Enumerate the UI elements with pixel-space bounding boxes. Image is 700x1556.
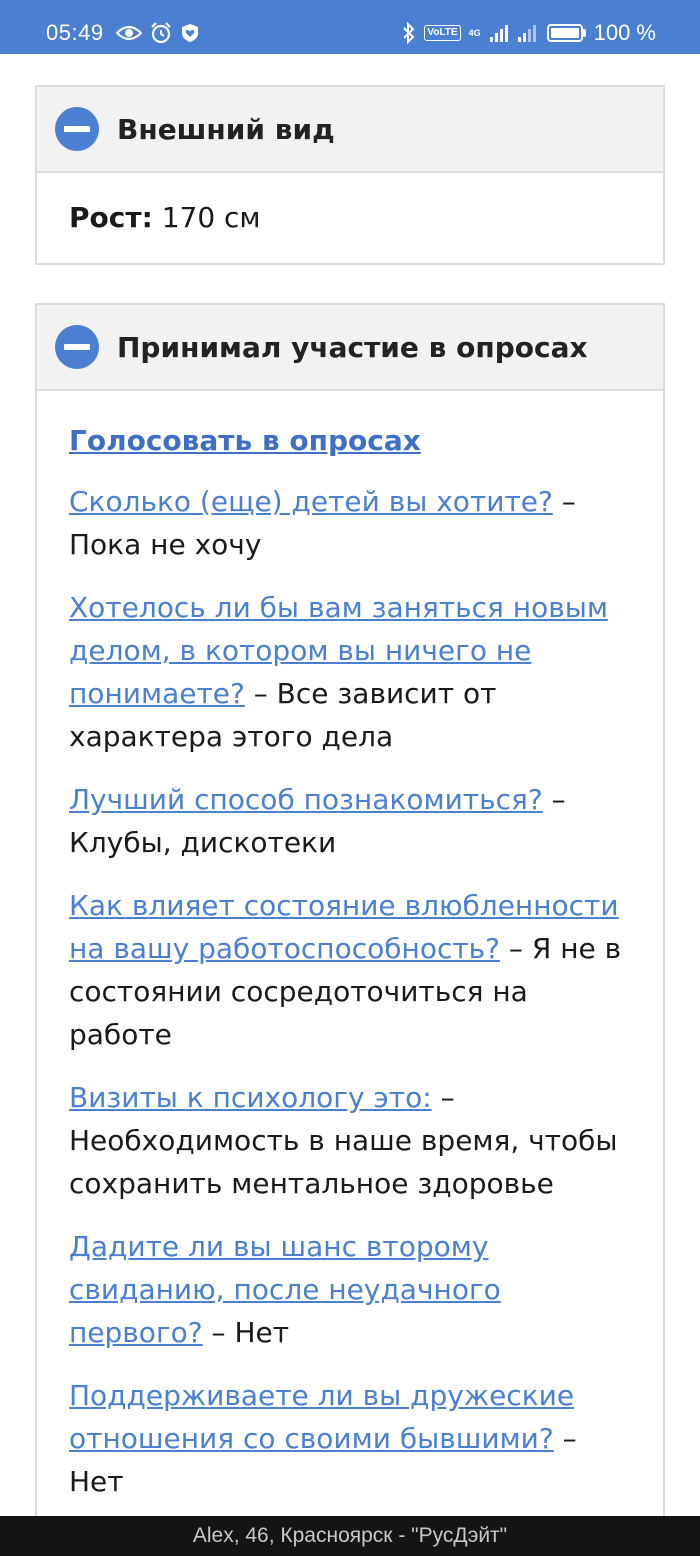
vote-in-polls-link[interactable]: Голосовать в опросах: [69, 419, 631, 462]
status-bar: 05:49 VoLTE 4G 100 %: [0, 0, 700, 54]
battery-icon: [546, 24, 586, 42]
poll-answer: Нет: [234, 1316, 290, 1349]
poll-item: Дадите ли вы шанс второму свиданию, посл…: [69, 1230, 501, 1349]
poll-question-link[interactable]: Визиты к психологу это:: [69, 1081, 432, 1114]
appearance-title: Внешний вид: [117, 112, 335, 146]
poll-item: Хотелось ли бы вам заняться новым делом,…: [69, 591, 608, 753]
poll-question-link[interactable]: Поддерживаете ли вы дружеские отношения …: [69, 1379, 574, 1455]
network-type-icon: 4G: [468, 27, 481, 38]
poll-item: Поддерживаете ли вы дружеские отношения …: [69, 1379, 577, 1498]
volte-badge: VoLTE: [424, 25, 461, 41]
poll-answer: Клубы, дискотеки: [69, 826, 337, 859]
polls-panel: Принимал участие в опросах Голосовать в …: [35, 303, 665, 1543]
poll-item: Лучший способ познакомиться? – Клубы, ди…: [69, 783, 566, 859]
poll-answer: Необходимость в наше время, чтобы сохран…: [69, 1124, 618, 1200]
collapse-minus-icon[interactable]: [55, 325, 99, 369]
bluetooth-icon: [402, 22, 416, 44]
clock: 05:49: [46, 20, 104, 45]
poll-item: Сколько (еще) детей вы хотите? – Пока не…: [69, 485, 576, 561]
profile-title: Alex, 46, Красноярск - "РусДэйт": [192, 1524, 508, 1547]
poll-item: Как влияет состояние влюбленности на ваш…: [69, 889, 622, 1051]
heart-shield-icon: [180, 23, 200, 43]
appearance-panel: Внешний вид Рост: 170 см: [35, 85, 665, 265]
poll-answer: Пока не хочу: [69, 528, 262, 561]
signal-2-icon: [517, 23, 539, 43]
poll-question-link[interactable]: Сколько (еще) детей вы хотите?: [69, 485, 553, 518]
appearance-body: Рост: 170 см: [37, 173, 663, 262]
alarm-icon: [150, 22, 172, 44]
polls-header[interactable]: Принимал участие в опросах: [37, 305, 663, 391]
status-bar-left: 05:49: [46, 0, 200, 66]
height-label: Рост:: [69, 201, 153, 234]
poll-question-link[interactable]: Лучший способ познакомиться?: [69, 783, 543, 816]
polls-body: Голосовать в опросах Сколько (еще) детей…: [37, 419, 663, 1503]
poll-answer: Нет: [69, 1465, 124, 1498]
bottom-title-bar: Alex, 46, Красноярск - "РусДэйт": [0, 1516, 700, 1556]
status-bar-right: VoLTE 4G 100 %: [402, 0, 656, 66]
polls-title: Принимал участие в опросах: [117, 330, 588, 364]
battery-percent: 100 %: [593, 20, 656, 45]
appearance-header[interactable]: Внешний вид: [37, 87, 663, 173]
collapse-minus-icon[interactable]: [55, 107, 99, 151]
poll-item: Визиты к психологу это: – Необходимость …: [69, 1081, 618, 1200]
signal-icon: [489, 23, 509, 43]
height-value: 170 см: [161, 201, 261, 234]
eye-icon: [115, 24, 142, 42]
